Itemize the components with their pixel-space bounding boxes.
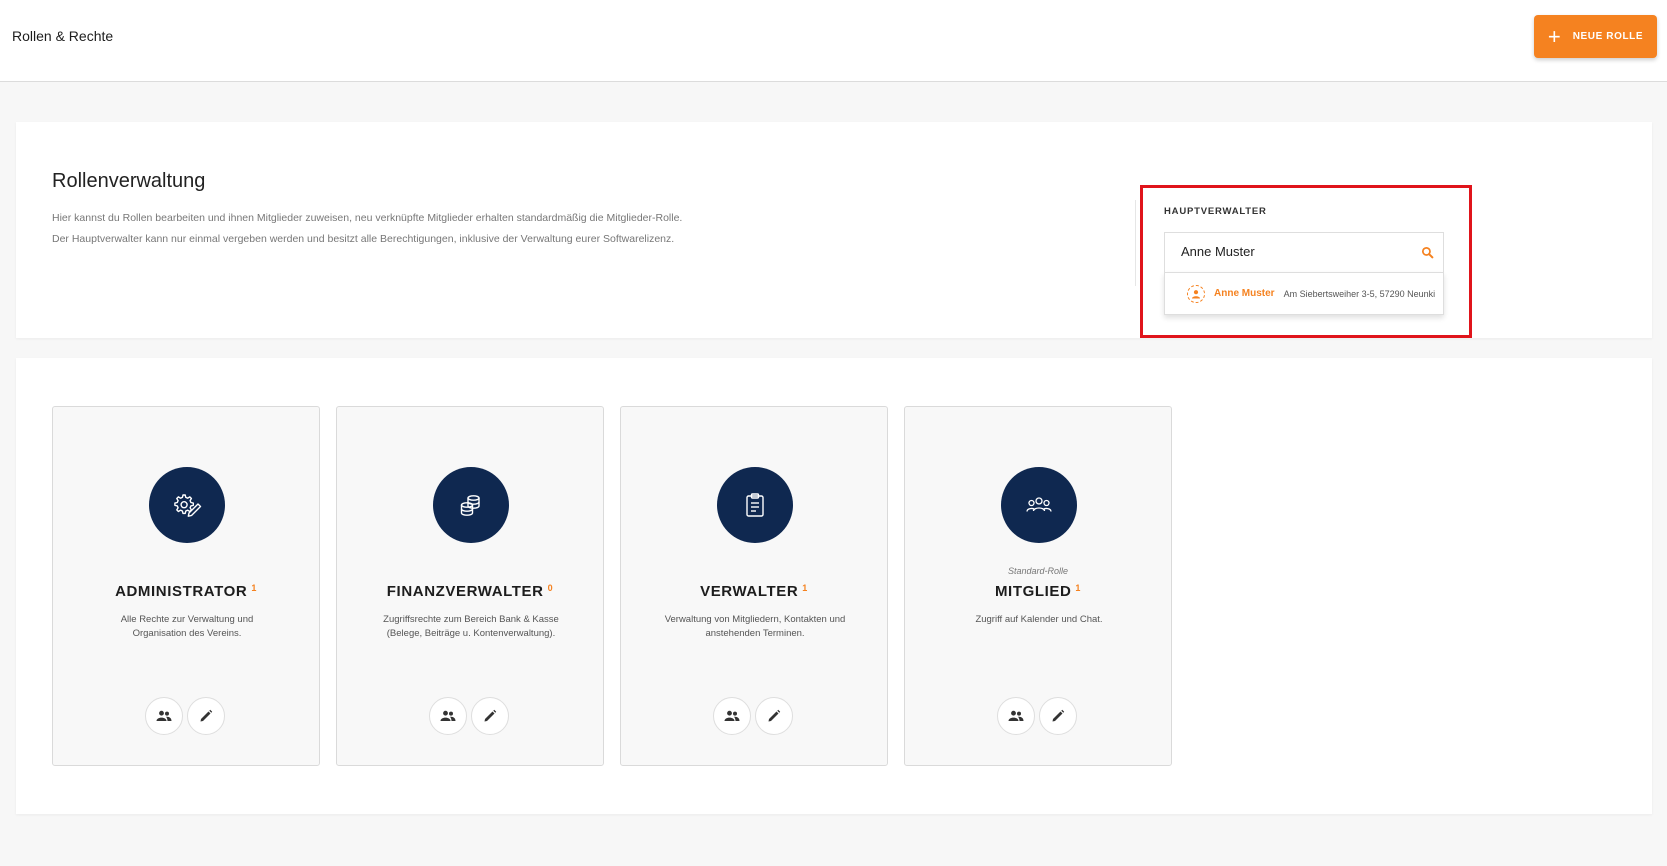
clipboard-icon (746, 493, 764, 517)
role-card-administrator: ADMINISTRATOR 1 Alle Rechte zur Verwaltun… (52, 406, 320, 766)
coins-icon (460, 495, 480, 516)
plus-icon: + (1547, 23, 1561, 49)
members-button[interactable] (713, 697, 751, 735)
members-button[interactable] (429, 697, 467, 735)
gear-pencil-icon (174, 494, 202, 517)
role-card-verwalter: VERWALTER 1 Verwaltung von Mitgliedern, K… (620, 406, 888, 766)
role-title: MITGLIED 1 (905, 583, 1171, 600)
member-suggestion[interactable]: Anne Muster Am Siebertsweiher 3-5, 57290… (1164, 272, 1444, 315)
pencil-icon (484, 709, 497, 722)
role-title: ADMINISTRATOR 1 (53, 583, 319, 600)
role-card-mitglied: Standard-Rolle MITGLIED 1 Zugriff auf Kal… (904, 406, 1172, 766)
role-actions (145, 697, 229, 735)
users-icon (1008, 710, 1024, 721)
user-icon (1187, 284, 1205, 303)
pencil-icon (768, 709, 781, 722)
group-icon (1026, 497, 1052, 512)
edit-button[interactable] (471, 697, 509, 735)
suggestion-address: Am Siebertsweiher 3-5, 57290 Neunki (1283, 288, 1436, 299)
divider (1135, 200, 1136, 286)
new-role-label: NEUE ROLLE (1572, 31, 1644, 42)
page-title: Rollen & Rechte (12, 28, 114, 44)
description-line-1: Hier kannst du Rollen bearbeiten und ihn… (52, 212, 683, 224)
role-name: MITGLIED (994, 583, 1072, 600)
role-icon-circle (149, 467, 225, 543)
role-name: FINANZVERWALTER (386, 583, 544, 600)
role-title: VERWALTER 1 (621, 583, 887, 600)
pencil-icon (1052, 709, 1065, 722)
section-description: Hier kannst du Rollen bearbeiten und ihn… (52, 208, 812, 250)
role-icon-circle (433, 467, 509, 543)
edit-button[interactable] (755, 697, 793, 735)
main-admin-label: HAUPTVERWALTER (1164, 206, 1267, 217)
role-member-count: 1 (1075, 583, 1082, 593)
users-icon (440, 710, 456, 721)
role-description: Verwaltung von Mitgliedern, Kontakten un… (664, 614, 846, 639)
role-member-count: 1 (802, 583, 808, 593)
role-actions (429, 697, 513, 735)
role-actions (713, 697, 797, 735)
users-icon (724, 710, 740, 721)
edit-button[interactable] (1039, 697, 1077, 735)
role-title: FINANZVERWALTER 0 (337, 583, 603, 600)
section-heading: Rollenverwaltung (52, 170, 206, 192)
top-bar: Rollen & Rechte + NEUE ROLLE (0, 0, 1667, 82)
search-icon[interactable] (1421, 246, 1434, 259)
role-description: Zugriffsrechte zum Bereich Bank & Kasse … (383, 614, 559, 639)
members-button[interactable] (997, 697, 1035, 735)
role-name: VERWALTER (700, 583, 799, 600)
role-actions (997, 697, 1081, 735)
role-icon-circle (1001, 467, 1077, 543)
pencil-icon (200, 709, 213, 722)
users-icon (156, 710, 172, 721)
standard-role-label: Standard-Rolle (1007, 566, 1069, 576)
description-line-2: Der Hauptverwalter kann nur einmal verge… (52, 233, 675, 245)
role-icon-circle (717, 467, 793, 543)
role-member-count: 1 (251, 583, 257, 593)
new-role-button[interactable]: + NEUE ROLLE (1534, 15, 1657, 58)
edit-button[interactable] (187, 697, 225, 735)
role-name: ADMINISTRATOR (115, 583, 248, 600)
role-member-count: 0 (547, 583, 554, 593)
role-description: Alle Rechte zur Verwaltung und Organisat… (120, 614, 254, 639)
role-description: Zugriff auf Kalender und Chat. (975, 614, 1103, 625)
members-button[interactable] (145, 697, 183, 735)
main-admin-search-input[interactable] (1181, 244, 1411, 259)
role-card-finanzverwalter: FINANZVERWALTER 0 Zugriffsrechte zum Bere… (336, 406, 604, 766)
suggestion-name: Anne Muster (1214, 288, 1275, 299)
main-admin-search-field (1164, 232, 1444, 272)
